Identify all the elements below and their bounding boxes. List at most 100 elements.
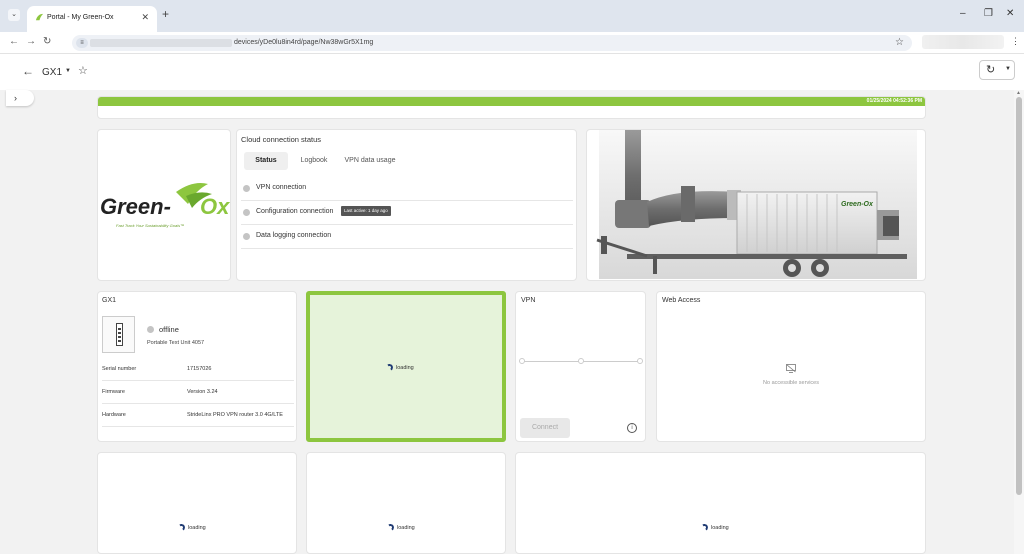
info-row-hardware: Hardware StrideLinx PRO VPN router 3.0 4… — [102, 404, 294, 427]
svg-text:Ox: Ox — [200, 194, 230, 219]
info-value: Version 3.24 — [187, 389, 218, 395]
device-info-card: GX1 offline Portable Text Unit 4057 Seri… — [97, 291, 297, 442]
info-value: StrideLinx PRO VPN router 3.0 4G/LTE — [187, 412, 283, 418]
site-info-icon[interactable]: ≡ — [76, 38, 88, 48]
last-active-badge: Last active: 1 day ago — [341, 206, 391, 216]
info-row-firmware: Firmware Version 3.24 — [102, 381, 294, 404]
scrollbar-thumb[interactable] — [1016, 97, 1022, 495]
vpn-card-title: VPN — [521, 297, 536, 304]
loading-indicator: loading — [700, 523, 729, 532]
empty-services-text: No accessible services — [763, 380, 819, 386]
green-ox-logo: Green- Ox — [100, 183, 230, 219]
router-device-image — [102, 316, 135, 353]
cloud-connection-card: Cloud connection status Status Logbook V… — [236, 129, 577, 281]
status-dot — [147, 326, 154, 333]
equipment-image-card: Green-Ox — [586, 129, 926, 281]
status-dot — [243, 233, 250, 240]
redacted-domain — [90, 39, 232, 47]
no-services-icon — [786, 364, 796, 373]
widget-card: loading — [306, 452, 506, 554]
scroll-up-icon[interactable]: ▲ — [1016, 90, 1021, 96]
app-header: ← GX1 ▼ ☆ — [0, 55, 1024, 91]
connection-row-configuration: Configuration connection Last active: 1 … — [241, 201, 573, 225]
status-timestamp: 01/25/2024 04:52:36 PM — [866, 98, 922, 104]
chevron-down-icon: ▼ — [1005, 66, 1011, 72]
connection-label: VPN connection — [256, 184, 307, 191]
new-tab-icon[interactable]: + — [162, 7, 169, 21]
loading-indicator: loading — [385, 363, 414, 372]
connection-label: Configuration connection — [256, 208, 334, 215]
loading-label: loading — [711, 524, 729, 531]
svg-text:Green-: Green- — [100, 194, 171, 219]
selected-widget-card[interactable]: loading — [306, 291, 506, 442]
connection-label: Data logging connection — [256, 232, 332, 239]
spinner-icon — [386, 523, 395, 532]
loading-indicator: loading — [177, 523, 206, 532]
chevron-down-icon[interactable]: ▼ — [65, 68, 71, 74]
logo-card: Green- Ox Fast Track Your Sustainability… — [97, 129, 231, 281]
sidebar-expand-button[interactable]: › — [6, 90, 34, 106]
back-icon[interactable]: ← — [9, 36, 19, 47]
window-close-icon[interactable]: ✕ — [1006, 8, 1014, 19]
green-ox-favicon-icon — [35, 13, 44, 21]
back-arrow-icon[interactable]: ← — [22, 64, 34, 78]
logo-tagline: Fast Track Your Sustainability Goals™ — [116, 223, 185, 228]
refresh-icon: ↻ — [986, 64, 996, 76]
loading-label: loading — [397, 524, 415, 531]
status-dot — [243, 185, 250, 192]
info-value: 17157026 — [187, 366, 212, 372]
loading-label: loading — [396, 364, 414, 371]
device-unit-name: Portable Text Unit 4057 — [147, 340, 205, 346]
status-bar: 01/25/2024 04:52:36 PM — [98, 97, 925, 106]
refresh-button[interactable]: ↻ ▼ — [979, 60, 1015, 80]
spinner-icon — [700, 523, 709, 532]
equipment-image: Green-Ox — [596, 130, 917, 279]
vpn-node — [519, 358, 525, 364]
browser-tabstrip: ⌄ Portal - My Green-Ox ✕ + – ❐ ✕ — [0, 0, 1024, 32]
container-logo-text: Green-Ox — [841, 201, 874, 208]
vpn-card: VPN Connect i — [515, 291, 646, 442]
restore-icon[interactable]: ❐ — [984, 8, 993, 19]
info-key: Firmware — [102, 389, 125, 395]
tab-vpn-data-usage[interactable]: VPN data usage — [339, 152, 401, 170]
address-bar: ← → ↻ ≡ devices/yDe0lu8in4rd/page/Nw38wG… — [0, 32, 1024, 54]
browser-menu-icon[interactable]: ⋮ — [1011, 36, 1020, 47]
profile-avatar[interactable] — [922, 35, 1004, 49]
bookmark-star-icon[interactable]: ☆ — [895, 37, 904, 48]
info-key: Serial number — [102, 366, 137, 372]
tab-title: Portal - My Green-Ox — [47, 14, 114, 21]
status-bar-card: 01/25/2024 04:52:36 PM — [97, 96, 926, 119]
info-key: Hardware — [102, 412, 126, 418]
widget-card: loading — [97, 452, 297, 554]
connection-row-data-logging: Data logging connection — [241, 225, 573, 249]
url-input[interactable]: ≡ devices/yDe0lu8in4rd/page/Nw38wGr5X1mg… — [72, 35, 912, 51]
forward-icon[interactable]: → — [26, 36, 36, 47]
device-title[interactable]: GX1 — [42, 67, 62, 78]
browser-tab[interactable]: Portal - My Green-Ox ✕ — [27, 6, 157, 32]
vpn-node — [637, 358, 643, 364]
connect-button[interactable]: Connect — [520, 418, 570, 438]
loading-label: loading — [188, 524, 206, 531]
info-row-serial: Serial number 17157026 — [102, 358, 294, 381]
favorite-star-icon[interactable]: ☆ — [78, 64, 88, 77]
tab-logbook[interactable]: Logbook — [292, 152, 336, 170]
status-dot — [243, 209, 250, 216]
device-card-title: GX1 — [102, 297, 117, 304]
spinner-icon — [385, 363, 394, 372]
info-icon[interactable]: i — [627, 423, 637, 433]
router-icon — [116, 323, 123, 346]
connection-row-vpn: VPN connection — [241, 177, 573, 201]
web-access-card: Web Access No accessible services — [656, 291, 926, 442]
spinner-icon — [177, 523, 186, 532]
tab-search-icon[interactable]: ⌄ — [8, 9, 20, 21]
web-access-title: Web Access — [662, 297, 701, 304]
tab-status[interactable]: Status — [244, 152, 288, 170]
device-status: offline — [159, 325, 179, 334]
loading-indicator: loading — [386, 523, 415, 532]
tab-close-icon[interactable]: ✕ — [141, 12, 149, 23]
cloud-card-title: Cloud connection status — [241, 135, 322, 144]
url-path: devices/yDe0lu8in4rd/page/Nw38wGr5X1mg — [234, 39, 374, 46]
reload-icon[interactable]: ↻ — [43, 36, 51, 47]
vpn-node — [578, 358, 584, 364]
minimize-icon[interactable]: – — [960, 8, 966, 19]
